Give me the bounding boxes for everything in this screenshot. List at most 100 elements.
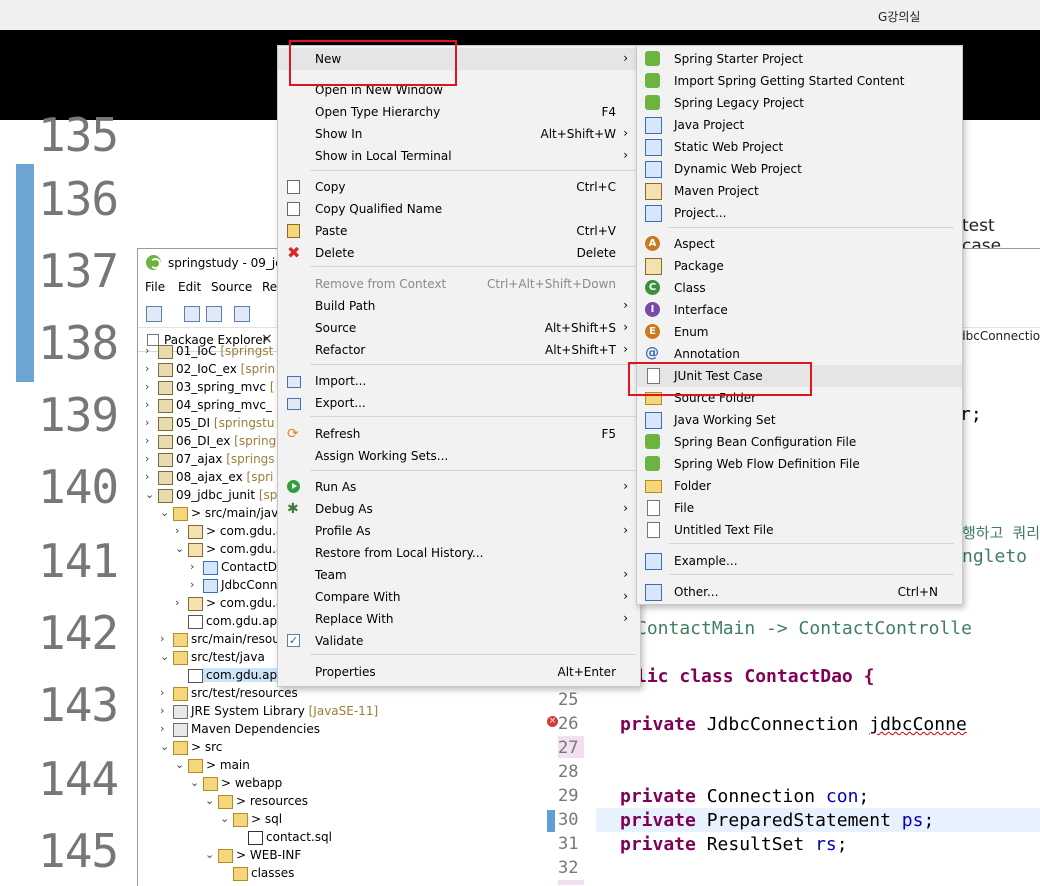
- chevron-right-icon[interactable]: ›: [160, 722, 164, 735]
- menu-item-debug-as[interactable]: ✱ Debug As ›: [278, 498, 640, 520]
- submenu-item-folder[interactable]: Folder: [637, 475, 962, 497]
- menu-item-restore-from-local-history[interactable]: Restore from Local History...: [278, 542, 640, 564]
- menu-item-compare-with[interactable]: Compare With ›: [278, 586, 640, 608]
- menu-item-paste[interactable]: Paste Ctrl+V: [278, 220, 640, 242]
- submenu-item-maven-project[interactable]: Maven Project: [637, 180, 962, 202]
- chevron-right-icon[interactable]: ›: [145, 470, 149, 483]
- new-icon[interactable]: [146, 306, 162, 322]
- tree-item[interactable]: contact.sql: [0, 828, 400, 846]
- menu-item-delete[interactable]: ✖ Delete Delete: [278, 242, 640, 264]
- submenu-item-package[interactable]: Package: [637, 255, 962, 277]
- class-icon: C: [645, 280, 660, 295]
- submenu-item-import-spring-getting-started-content[interactable]: Import Spring Getting Started Content: [637, 70, 962, 92]
- submenu-item-interface[interactable]: I Interface: [637, 299, 962, 321]
- error-icon[interactable]: ×: [547, 716, 558, 727]
- menu-item-build-path[interactable]: Build Path ›: [278, 295, 640, 317]
- chevron-right-icon[interactable]: ›: [145, 398, 149, 411]
- tree-item[interactable]: ⌄ > WEB-INF: [0, 846, 400, 864]
- tree-item[interactable]: ⌄ > webapp: [0, 774, 400, 792]
- chevron-right-icon[interactable]: ›: [145, 362, 149, 375]
- save-icon[interactable]: [184, 306, 200, 322]
- submenu-item-spring-starter-project[interactable]: Spring Starter Project: [637, 48, 962, 70]
- submenu-item-dynamic-web-project[interactable]: Dynamic Web Project: [637, 158, 962, 180]
- chevron-right-icon[interactable]: ›: [190, 578, 194, 591]
- chevron-right-icon[interactable]: ›: [145, 344, 149, 357]
- submenu-item-spring-web-flow-definition-file[interactable]: Spring Web Flow Definition File: [637, 453, 962, 475]
- chevron-right-icon[interactable]: ›: [190, 560, 194, 573]
- chevron-right-icon[interactable]: ›: [145, 452, 149, 465]
- code-line[interactable]: lic class ContactDao {: [636, 666, 874, 687]
- tree-item[interactable]: › Maven Dependencies: [0, 720, 400, 738]
- menu-item-show-in-local-terminal[interactable]: Show in Local Terminal ›: [278, 145, 640, 167]
- tree-item[interactable]: › JRE System Library [JavaSE-11]: [0, 702, 400, 720]
- menu-item-export[interactable]: Export...: [278, 392, 640, 414]
- menu-item-show-in[interactable]: Show In Alt+Shift+W ›: [278, 123, 640, 145]
- submenu-item-class[interactable]: C Class: [637, 277, 962, 299]
- chevron-down-icon[interactable]: ⌄: [160, 650, 169, 663]
- save-all-icon[interactable]: [206, 306, 222, 322]
- chevron-down-icon[interactable]: ⌄: [160, 506, 169, 519]
- tree-item-text: 06_DI_ex: [176, 434, 231, 448]
- submenu-item-java-working-set[interactable]: Java Working Set: [637, 409, 962, 431]
- menu-item-replace-with[interactable]: Replace With ›: [278, 608, 640, 630]
- menu-item-refresh[interactable]: ⟳ Refresh F5: [278, 423, 640, 445]
- submenu-item-other[interactable]: Other... Ctrl+N: [637, 581, 962, 603]
- line-number: 31: [558, 834, 579, 854]
- chevron-down-icon[interactable]: ⌄: [205, 794, 214, 807]
- submenu-item-example[interactable]: Example...: [637, 550, 962, 572]
- editor-tab[interactable]: dbcConnection: [958, 329, 1040, 343]
- menu-item-source[interactable]: Source Alt+Shift+S ›: [278, 317, 640, 339]
- code-line[interactable]: private Connection con;: [620, 786, 869, 807]
- menu-item-assign-working-sets[interactable]: Assign Working Sets...: [278, 445, 640, 467]
- submenu-item-static-web-project[interactable]: Static Web Project: [637, 136, 962, 158]
- menu-item-refactor[interactable]: Refactor Alt+Shift+T ›: [278, 339, 640, 361]
- menu-file[interactable]: File: [145, 280, 165, 294]
- chevron-down-icon[interactable]: ⌄: [160, 740, 169, 753]
- menu-item-team[interactable]: Team ›: [278, 564, 640, 586]
- menu-item-remove-from-context[interactable]: Remove from Context Ctrl+Alt+Shift+Down: [278, 273, 640, 295]
- code-line[interactable]: private ResultSet rs;: [620, 834, 848, 855]
- chevron-down-icon[interactable]: ⌄: [220, 812, 229, 825]
- menu-item-validate[interactable]: ✓ Validate: [278, 630, 640, 652]
- menu-source[interactable]: Source: [211, 280, 252, 294]
- tree-item[interactable]: ⌄ > resources: [0, 792, 400, 810]
- menu-edit[interactable]: Edit: [178, 280, 201, 294]
- chevron-right-icon[interactable]: ›: [175, 596, 179, 609]
- menu-item-profile-as[interactable]: Profile As ›: [278, 520, 640, 542]
- chevron-down-icon[interactable]: ⌄: [205, 848, 214, 861]
- submenu-item-spring-bean-configuration-file[interactable]: Spring Bean Configuration File: [637, 431, 962, 453]
- submenu-item-project[interactable]: Project...: [637, 202, 962, 224]
- code-line[interactable]: ContactMain -> ContactControlle: [636, 618, 972, 639]
- menu-item-copy[interactable]: Copy Ctrl+C: [278, 176, 640, 198]
- chevron-right-icon[interactable]: ›: [145, 380, 149, 393]
- menu-item-run-as[interactable]: Run As ›: [278, 476, 640, 498]
- tree-item[interactable]: ⌄ > src: [0, 738, 400, 756]
- submenu-item-spring-legacy-project[interactable]: Spring Legacy Project: [637, 92, 962, 114]
- chevron-right-icon[interactable]: ›: [145, 434, 149, 447]
- tree-item[interactable]: ⌄ > sql: [0, 810, 400, 828]
- code-line[interactable]: private JdbcConnection jdbcConne: [620, 714, 967, 735]
- tree-item[interactable]: classes: [0, 864, 400, 882]
- chevron-down-icon[interactable]: ⌄: [190, 776, 199, 789]
- terminal-icon[interactable]: [234, 306, 250, 322]
- menu-item-copy-qualified-name[interactable]: Copy Qualified Name: [278, 198, 640, 220]
- chevron-down-icon[interactable]: ⌄: [145, 488, 154, 501]
- chevron-down-icon[interactable]: ⌄: [175, 542, 184, 555]
- chevron-right-icon[interactable]: ›: [160, 704, 164, 717]
- chevron-right-icon[interactable]: ›: [145, 416, 149, 429]
- menu-item-open-type-hierarchy[interactable]: Open Type Hierarchy F4: [278, 101, 640, 123]
- code-line[interactable]: private PreparedStatement ps;: [620, 810, 934, 831]
- chevron-right-icon[interactable]: ›: [160, 686, 164, 699]
- submenu-item-untitled-text-file[interactable]: Untitled Text File: [637, 519, 962, 541]
- submenu-item-aspect[interactable]: A Aspect: [637, 233, 962, 255]
- tree-item-label: > WEB-INF: [236, 848, 301, 862]
- menu-item-properties[interactable]: Properties Alt+Enter: [278, 661, 640, 683]
- submenu-item-enum[interactable]: E Enum: [637, 321, 962, 343]
- menu-item-import[interactable]: Import...: [278, 370, 640, 392]
- chevron-right-icon[interactable]: ›: [160, 632, 164, 645]
- chevron-right-icon[interactable]: ›: [175, 524, 179, 537]
- tree-item[interactable]: ⌄ > main: [0, 756, 400, 774]
- submenu-item-file[interactable]: File: [637, 497, 962, 519]
- chevron-down-icon[interactable]: ⌄: [175, 758, 184, 771]
- submenu-item-java-project[interactable]: Java Project: [637, 114, 962, 136]
